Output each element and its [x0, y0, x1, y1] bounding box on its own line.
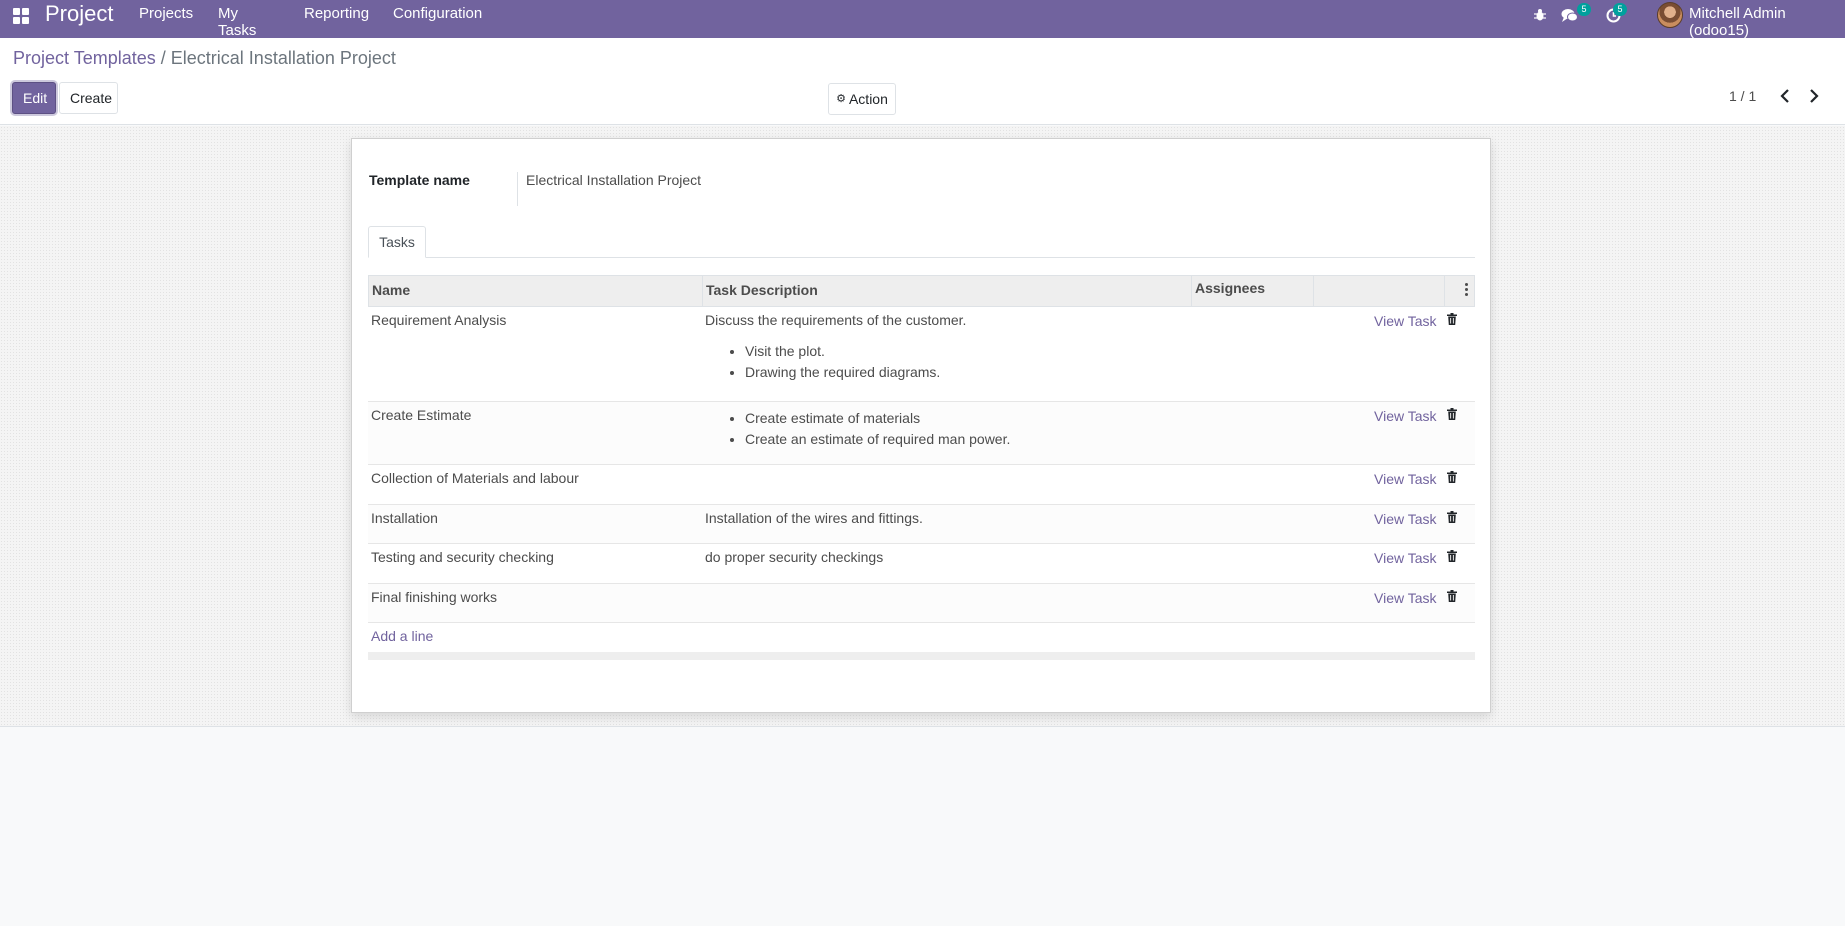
messages-badge: 5	[1577, 3, 1591, 16]
pager-next-icon[interactable]	[1808, 88, 1820, 104]
task-description: Create estimate of materials Create an e…	[705, 408, 1010, 450]
optional-columns-icon[interactable]	[1465, 283, 1468, 298]
trash-icon[interactable]	[1447, 471, 1457, 483]
description-bullet: Create an estimate of required man power…	[745, 429, 1010, 450]
table-row[interactable]: Testing and security checking do proper …	[368, 544, 1475, 584]
table-row[interactable]: Requirement Analysis Discuss the require…	[368, 307, 1475, 402]
breadcrumb-separator: /	[160, 48, 166, 68]
pager-value[interactable]: 1 / 1	[1729, 88, 1756, 104]
table-row[interactable]: Create Estimate Create estimate of mater…	[368, 402, 1475, 465]
breadcrumb-current: Electrical Installation Project	[170, 48, 396, 68]
task-description-text: Discuss the requirements of the customer…	[705, 312, 967, 328]
column-header-description[interactable]: Task Description	[706, 282, 818, 298]
table-row[interactable]: Collection of Materials and labour View …	[368, 465, 1475, 505]
edit-button[interactable]: Edit	[12, 82, 56, 114]
task-name: Create Estimate	[371, 407, 472, 423]
user-avatar[interactable]	[1657, 2, 1683, 28]
trash-icon[interactable]	[1447, 550, 1457, 562]
pager-previous-icon[interactable]	[1779, 88, 1791, 104]
table-header: Name Task Description Assignees	[368, 275, 1475, 307]
column-header-assignees[interactable]: Assignees	[1195, 280, 1265, 296]
template-name-value[interactable]: Electrical Installation Project	[526, 172, 701, 188]
action-label: Action	[848, 91, 888, 107]
menu-my-tasks[interactable]: My Tasks	[218, 5, 267, 39]
task-name: Installation	[371, 510, 438, 526]
trash-icon[interactable]	[1447, 313, 1457, 325]
table-row[interactable]: Final finishing works View Task	[368, 584, 1475, 623]
view-task-button[interactable]: View Task	[1374, 408, 1437, 424]
description-bullet: Drawing the required diagrams.	[745, 362, 966, 383]
trash-icon[interactable]	[1447, 590, 1457, 602]
trash-icon[interactable]	[1447, 408, 1457, 420]
view-task-button[interactable]: View Task	[1374, 550, 1437, 566]
menu-configuration[interactable]: Configuration	[393, 5, 493, 22]
task-name: Requirement Analysis	[371, 312, 507, 328]
add-line-link[interactable]: Add a line	[371, 628, 433, 644]
breadcrumb: Project Templates / Electrical Installat…	[13, 48, 396, 69]
control-panel: Project Templates / Electrical Installat…	[0, 38, 1845, 125]
description-bullet: Visit the plot.	[745, 341, 966, 362]
apps-menu-icon[interactable]	[13, 8, 29, 24]
view-task-button[interactable]: View Task	[1374, 471, 1437, 487]
view-task-button[interactable]: View Task	[1374, 590, 1437, 606]
create-button[interactable]: Create	[59, 82, 118, 114]
task-description: Installation of the wires and fittings.	[705, 510, 923, 526]
gear-icon: ⚙	[836, 93, 846, 105]
menu-projects[interactable]: Projects	[139, 5, 204, 22]
form-sheet: Template name Electrical Installation Pr…	[351, 138, 1491, 713]
menu-reporting[interactable]: Reporting	[304, 5, 380, 22]
user-menu[interactable]: Mitchell Admin (odoo15)	[1689, 5, 1845, 39]
table-row[interactable]: Installation Installation of the wires a…	[368, 505, 1475, 544]
field-divider	[517, 172, 518, 206]
tasks-table: Name Task Description Assignees Requirem…	[368, 275, 1475, 660]
column-header-name[interactable]: Name	[372, 282, 410, 298]
task-description: Discuss the requirements of the customer…	[705, 312, 966, 383]
tab-strip-line	[368, 257, 1475, 258]
view-task-button[interactable]: View Task	[1374, 313, 1437, 329]
activities-badge: 5	[1613, 3, 1627, 16]
task-name: Final finishing works	[371, 589, 498, 605]
view-task-button[interactable]: View Task	[1374, 511, 1437, 527]
debug-bug-icon[interactable]	[1533, 8, 1547, 22]
task-description: do proper security checkings	[705, 549, 884, 565]
top-navbar: Project Projects My Tasks Reporting Conf…	[0, 0, 1845, 39]
breadcrumb-project-templates[interactable]: Project Templates	[13, 48, 156, 68]
messages-icon[interactable]	[1561, 8, 1578, 23]
task-name: Collection of Materials and labour	[371, 470, 579, 486]
task-name: Testing and security checking	[371, 549, 554, 565]
add-line-row: Add a line	[368, 623, 1475, 652]
description-bullet: Create estimate of materials	[745, 408, 1010, 429]
table-footer	[368, 652, 1475, 660]
trash-icon[interactable]	[1447, 511, 1457, 523]
app-brand[interactable]: Project	[45, 1, 113, 27]
template-name-label: Template name	[369, 172, 470, 188]
tab-tasks[interactable]: Tasks	[368, 226, 426, 258]
action-button[interactable]: ⚙ Action	[828, 83, 896, 115]
